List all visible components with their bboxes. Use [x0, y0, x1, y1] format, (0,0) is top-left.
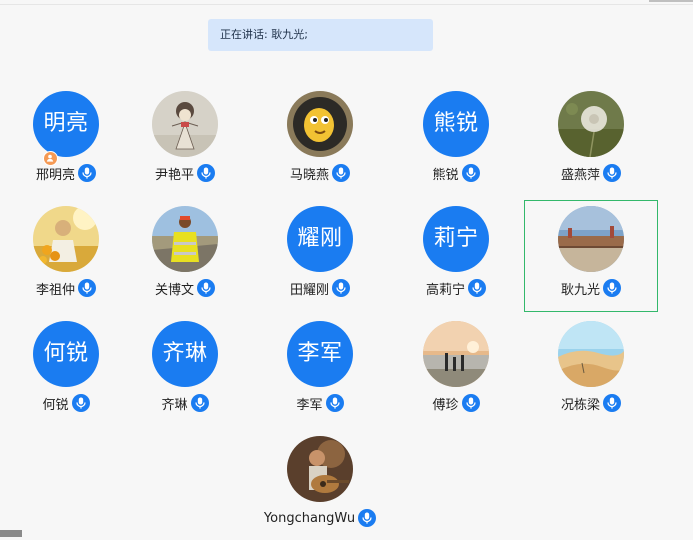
participant-name: 齐琳 [161, 397, 188, 413]
microphone-icon[interactable] [71, 394, 90, 412]
participant-name: 耿九光 [560, 282, 600, 298]
microphone-icon[interactable] [603, 394, 621, 412]
window-edge-mark [649, 0, 693, 2]
participant-name: 田耀刚 [289, 282, 329, 298]
microphone-icon[interactable] [461, 394, 480, 412]
participant-name: YongchangWu [263, 510, 356, 526]
participant-tile[interactable]: 李军 李军 [254, 315, 386, 425]
top-divider [0, 4, 693, 5]
participant-tile[interactable]: 熊锐 熊锐 [390, 85, 522, 195]
avatar-initials: 熊锐 [423, 91, 489, 157]
microphone-icon[interactable] [358, 509, 377, 527]
avatar-photo [287, 436, 353, 502]
scrollbar-handle[interactable] [0, 530, 22, 537]
microphone-icon[interactable] [78, 279, 96, 297]
avatar-initials: 莉宁 [423, 206, 489, 272]
participant-name: 盛燕萍 [560, 167, 600, 183]
avatar-photo [152, 91, 218, 157]
avatar-photo [33, 206, 99, 272]
participant-tile[interactable]: 尹艳平 [119, 85, 251, 195]
participant-name: 李祖仲 [35, 282, 75, 298]
avatar-photo [558, 321, 624, 387]
participant-name: 高莉宁 [425, 282, 465, 298]
microphone-icon[interactable] [468, 279, 486, 297]
avatar-photo [558, 91, 624, 157]
microphone-icon[interactable] [332, 279, 350, 297]
participant-tile[interactable]: 齐琳 齐琳 [119, 315, 251, 425]
microphone-icon[interactable] [603, 164, 621, 182]
participant-tile[interactable]: 耀刚 田耀刚 [254, 200, 386, 310]
participant-name: 何锐 [42, 397, 69, 413]
avatar-initials: 何锐 [33, 321, 99, 387]
participant-name: 李军 [296, 397, 323, 413]
avatar-photo [152, 206, 218, 272]
microphone-icon[interactable] [78, 164, 96, 182]
participant-name: 马晓燕 [289, 167, 329, 183]
participant-name: 关博文 [154, 282, 194, 298]
participant-tile[interactable]: 傅珍 [390, 315, 522, 425]
participant-tile[interactable]: 何锐 何锐 [0, 315, 132, 425]
avatar-initials: 明亮 [33, 91, 99, 157]
participant-name: 况栋梁 [560, 397, 600, 413]
microphone-icon[interactable] [325, 394, 344, 412]
speaking-indicator-banner: 正在讲话: 耿九光; [208, 19, 433, 51]
participant-tile-speaking[interactable]: 耿九光 [525, 200, 657, 310]
avatar-photo [558, 206, 624, 272]
participant-tile[interactable]: 莉宁 高莉宁 [390, 200, 522, 310]
participant-name: 邢明亮 [35, 167, 75, 183]
avatar-photo [287, 91, 353, 157]
microphone-icon[interactable] [332, 164, 350, 182]
microphone-icon[interactable] [197, 279, 215, 297]
participant-tile[interactable]: YongchangWu [254, 430, 386, 540]
speaking-indicator-text: 正在讲话: 耿九光; [220, 28, 308, 41]
avatar-initials: 李军 [287, 321, 353, 387]
avatar-photo [423, 321, 489, 387]
avatar-initials: 耀刚 [287, 206, 353, 272]
participant-name: 傅珍 [432, 397, 459, 413]
participant-tile[interactable]: 明亮 邢明亮 [0, 85, 132, 195]
participant-name: 熊锐 [432, 167, 459, 183]
microphone-icon[interactable] [603, 279, 621, 297]
participant-tile[interactable]: 马晓燕 [254, 85, 386, 195]
microphone-icon[interactable] [197, 164, 215, 182]
microphone-icon[interactable] [190, 394, 209, 412]
participant-tile[interactable]: 况栋梁 [525, 315, 657, 425]
participant-tile[interactable]: 李祖仲 [0, 200, 132, 310]
participant-tile[interactable]: 盛燕萍 [525, 85, 657, 195]
avatar-initials: 齐琳 [152, 321, 218, 387]
participant-tile[interactable]: 关博文 [119, 200, 251, 310]
participant-name: 尹艳平 [154, 167, 194, 183]
microphone-icon[interactable] [461, 164, 480, 182]
